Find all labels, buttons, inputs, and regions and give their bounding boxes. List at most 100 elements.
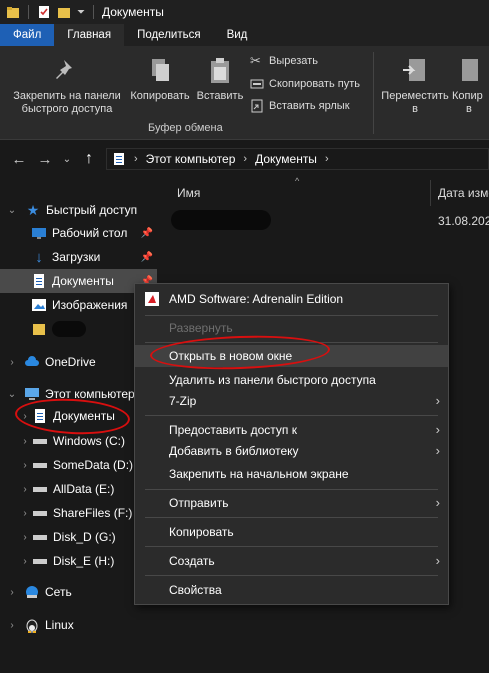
redacted-text [171,210,271,230]
new-folder-icon[interactable] [57,5,71,19]
expand-chevron-icon[interactable]: › [18,484,32,495]
collapse-chevron-icon[interactable]: ⌄ [7,205,17,216]
column-date-modified[interactable]: Дата изме [438,186,489,200]
menu-item-unpin-quick-access[interactable]: Удалить из панели быстрого доступа [135,369,448,391]
menu-item-properties[interactable]: Свойства [135,579,448,601]
tab-file[interactable]: Файл [0,24,55,46]
tab-view[interactable]: Вид [214,24,261,46]
column-name[interactable]: Имя [177,186,200,200]
quick-access-dropdown-icon[interactable]: ⏷ [77,7,85,18]
address-bar[interactable]: › Этот компьютер › Документы › [106,148,489,170]
drive-icon [33,535,47,540]
nav-label: SomeData (D:) [53,458,134,472]
nav-label: AllData (E:) [53,482,115,496]
column-divider[interactable] [430,180,431,206]
title-bar: ⏷ Документы [0,0,489,24]
move-to-label: Переместить [381,90,449,102]
expand-chevron-icon[interactable]: › [18,460,32,471]
recent-locations-chevron-icon[interactable]: ⌄ [56,148,78,170]
nav-label: Загрузки [52,250,101,264]
nav-quick-access[interactable]: ⌄ ★ Быстрый доступ [0,198,157,222]
ribbon-divider [373,52,374,134]
ribbon: Закрепить на панели быстрого доступа Коп… [0,46,489,140]
menu-label: Предоставить доступ к [169,423,297,437]
nav-label: Рабочий стол [52,226,128,240]
menu-item-give-access[interactable]: Предоставить доступ к › [135,419,448,441]
drive-icon [33,463,47,468]
menu-separator [145,415,438,416]
menu-label: Развернуть [169,321,233,335]
breadcrumb-chevron-icon[interactable]: › [325,153,329,165]
menu-item-copy[interactable]: Копировать [135,521,448,543]
back-arrow-icon[interactable]: ← [8,148,30,170]
tab-home[interactable]: Главная [54,24,125,46]
drive-icon [33,559,47,564]
cloud-icon [25,356,39,366]
menu-item-amd-software[interactable]: AMD Software: Adrenalin Edition [135,288,448,310]
breadcrumb-chevron-icon[interactable]: › [134,153,138,165]
divider [93,5,94,19]
menu-item-7zip[interactable]: 7-Zip › [135,390,448,412]
menu-item-expand: Развернуть [135,317,448,339]
submenu-arrow-icon: › [435,553,440,568]
paste-shortcut-button[interactable]: Вставить ярлык [250,97,350,115]
nav-label: Disk_E (H:) [53,554,115,568]
copy-button[interactable]: Копировать [127,56,193,103]
desktop-icon [32,228,46,239]
pin-icon[interactable]: 📌 [141,252,153,263]
nav-label: ShareFiles (F:) [53,506,133,520]
up-arrow-icon[interactable]: ↑ [78,148,100,170]
menu-item-add-to-library[interactable]: Добавить в библиотеку › [135,440,448,462]
menu-separator [145,315,438,316]
menu-label: Копировать [169,525,234,539]
paste-clipboard-icon [211,58,229,83]
scissors-icon: ✂ [250,53,261,68]
paste-button[interactable]: Вставить [194,56,246,103]
documents-icon [114,153,124,165]
menu-item-pin-to-start[interactable]: Закрепить на начальном экране [135,463,448,485]
nav-downloads[interactable]: ↓ Загрузки 📌 [0,245,157,269]
copy-to-label: Копир [452,90,483,102]
amd-logo-icon [145,292,159,306]
pin-icon [56,60,72,79]
collapse-chevron-icon[interactable]: ⌄ [7,389,17,400]
move-to-button[interactable]: Переместить в [378,56,452,116]
forward-arrow-icon[interactable]: → [34,148,56,170]
pin-icon[interactable]: 📌 [141,228,153,239]
nav-desktop[interactable]: Рабочий стол 📌 [0,221,157,245]
breadcrumb-chevron-icon[interactable]: › [243,153,247,165]
copy-to-icon [462,59,478,81]
expand-chevron-icon[interactable]: › [18,436,32,447]
nav-linux[interactable]: › Linux [0,613,157,637]
cut-button[interactable]: ✂ Вырезать [250,52,318,70]
copy-to-button[interactable]: Копир в [452,56,489,116]
tab-share[interactable]: Поделиться [124,24,214,46]
menu-label: Закрепить на начальном экране [169,467,349,481]
expand-chevron-icon[interactable]: › [18,508,32,519]
nav-label: Сеть [45,585,72,599]
pin-quick-access-button[interactable]: Закрепить на панели быстрого доступа [8,56,126,116]
expand-chevron-icon[interactable]: › [18,556,32,567]
window-title: Документы [102,5,164,19]
breadcrumb-this-pc[interactable]: Этот компьютер [146,152,236,166]
paste-label: Вставить [196,90,244,102]
menu-label: Удалить из панели быстрого доступа [169,373,376,387]
nav-label: Disk_D (G:) [53,530,116,544]
menu-item-create[interactable]: Создать › [135,550,448,572]
menu-separator [145,489,438,490]
expand-chevron-icon[interactable]: › [7,620,17,631]
documents-icon [34,274,44,288]
context-menu: AMD Software: Adrenalin Edition Разверну… [134,283,449,605]
nav-label: Linux [45,618,74,632]
properties-checklist-icon[interactable] [37,5,51,19]
menu-item-send-to[interactable]: Отправить › [135,492,448,514]
move-to-label-2: в [412,103,418,115]
breadcrumb-documents[interactable]: Документы [255,152,317,166]
paste-shortcut-icon [251,99,263,113]
expand-chevron-icon[interactable]: › [7,587,17,598]
nav-label: OneDrive [45,355,96,369]
expand-chevron-icon[interactable]: › [18,532,32,543]
submenu-arrow-icon: › [435,422,440,437]
copy-path-button[interactable]: Скопировать путь [250,75,360,93]
expand-chevron-icon[interactable]: › [7,357,17,368]
